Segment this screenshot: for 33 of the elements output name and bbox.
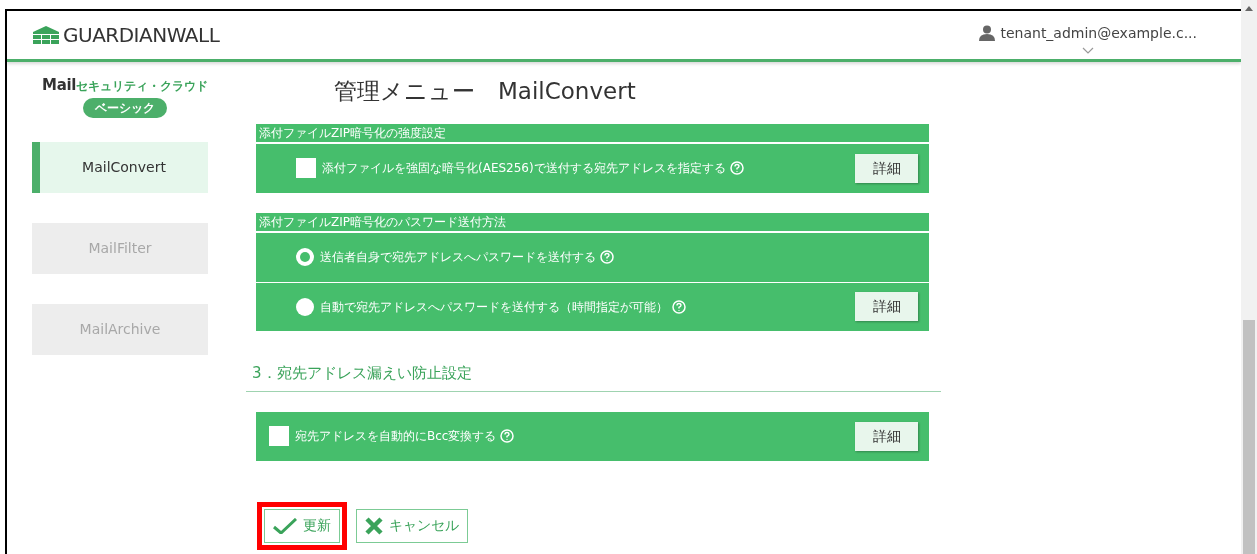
help-icon[interactable] (500, 429, 515, 443)
chevron-down-icon[interactable] (1082, 46, 1095, 54)
checkbox[interactable] (269, 426, 289, 446)
option-label: 送信者自身で宛先アドレスへパスワードを送付する (320, 249, 596, 266)
radio-button[interactable] (296, 248, 314, 266)
details-button[interactable]: 詳細 (855, 153, 918, 183)
user-menu[interactable]: tenant_admin@example.c... (1000, 22, 1197, 44)
sidebar-item[interactable]: MailConvert (32, 141, 208, 193)
details-button[interactable]: 詳細 (855, 292, 918, 321)
panel-title: 添付ファイルZIP暗号化の強度設定 (259, 124, 446, 142)
product-name-mail: Mail (42, 75, 76, 96)
help-icon[interactable] (729, 161, 744, 175)
details-button[interactable]: 詳細 (855, 421, 918, 451)
scroll-up-icon[interactable] (1245, 6, 1253, 11)
help-icon[interactable] (672, 299, 686, 314)
checkbox[interactable] (296, 158, 316, 178)
checkmark-icon (273, 517, 297, 534)
logo-icon (33, 26, 59, 44)
logo-text: GUARDIANWALL (63, 22, 220, 49)
user-icon (979, 25, 996, 41)
page-title: 管理メニュー MailConvert (334, 78, 636, 104)
scrollbar[interactable] (1241, 0, 1257, 554)
option-label: 添付ファイルを強固な暗号化(AES256)で送付する宛先アドレスを指定する (322, 160, 726, 177)
x-icon (365, 516, 383, 535)
scrollbar-thumb[interactable] (1243, 320, 1255, 554)
option-label: 自動で宛先アドレスへパスワードを送付する（時間指定が可能） (320, 298, 668, 316)
panel-title: 添付ファイルZIP暗号化のパスワード送付方法 (259, 213, 506, 231)
radio-button[interactable] (296, 297, 314, 316)
option-label: 宛先アドレスを自動的にBcc変換する (295, 428, 497, 445)
help-icon[interactable] (600, 250, 614, 264)
product-name: セキュリティ・クラウド (75, 79, 208, 95)
section-heading: 3．宛先アドレス漏えい防止設定 (252, 363, 472, 382)
edition-badge: ベーシック (83, 97, 167, 118)
